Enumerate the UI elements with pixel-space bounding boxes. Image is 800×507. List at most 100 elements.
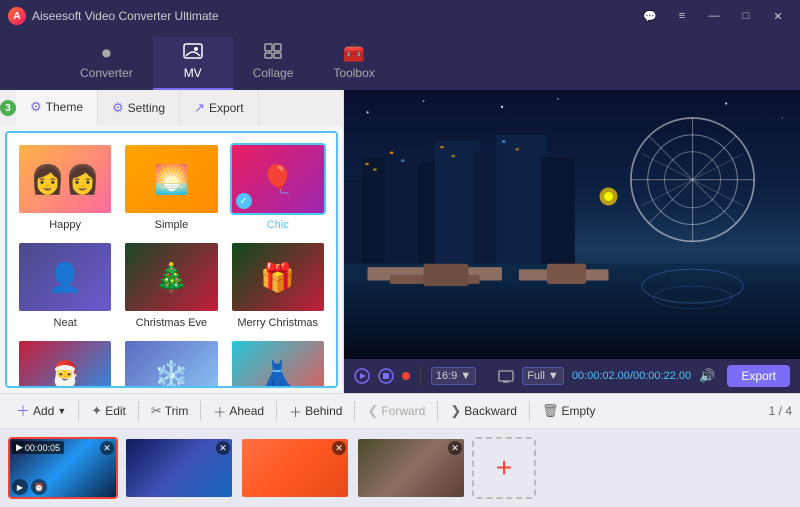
add-label: Add xyxy=(33,404,54,418)
toolbar-divider-6 xyxy=(437,401,438,421)
theme-happy[interactable]: 👩‍👩Happy xyxy=(17,143,113,231)
minimize-button[interactable]: — xyxy=(700,6,728,26)
edit-label: Edit xyxy=(105,404,126,418)
theme-christmas-eve[interactable]: 🎄Christmas Eve xyxy=(123,241,219,329)
toolbar-divider-7 xyxy=(529,401,530,421)
theme-santa-claus[interactable]: 🎅Santa Claus xyxy=(17,339,113,388)
empty-icon: 🗑 xyxy=(542,403,559,419)
theme-merry-christmas[interactable]: 🎁Merry Christmas xyxy=(230,241,326,329)
setting-tab-icon: ⚙ xyxy=(112,100,124,116)
filmstrip-film3[interactable]: ✕ xyxy=(240,437,350,499)
tab-theme[interactable]: ⚙ Theme xyxy=(16,90,98,126)
theme-neat-label: Neat xyxy=(54,317,77,329)
tab-setting[interactable]: ⚙ Setting xyxy=(98,90,180,126)
theme-merry-christmas-label: Merry Christmas xyxy=(237,317,318,329)
film-close-button[interactable]: ✕ xyxy=(448,441,462,455)
filmstrip-film4[interactable]: ✕ xyxy=(356,437,466,499)
control-divider xyxy=(420,366,421,386)
theme-simple-label: Simple xyxy=(155,219,189,231)
filmstrip-film1[interactable]: ▶ 00:00:05 ▶ ⏰ ✕ xyxy=(8,437,118,499)
page-number: 1 / 4 xyxy=(769,404,792,418)
theme-chic[interactable]: 🎈✓Chic xyxy=(230,143,326,231)
themes-grid: 👩‍👩Happy🌅Simple🎈✓Chic 👤Neat🎄Christmas Eve… xyxy=(5,131,338,388)
volume-button[interactable]: 🔊 xyxy=(699,368,715,384)
tab-bar: 3 ⚙ Theme ⚙ Setting ↗ Export xyxy=(0,90,343,126)
ahead-button[interactable]: ＋ Ahead xyxy=(205,398,272,425)
aspect-ratio-select[interactable]: 16:9 ▼ xyxy=(431,367,476,385)
edit-icon: ✦ xyxy=(91,403,102,419)
add-dropdown-icon: ▼ xyxy=(57,406,66,416)
forward-label: Forward xyxy=(381,404,425,418)
film-play-icon[interactable]: ▶ xyxy=(12,479,28,495)
theme-snowy-night[interactable]: ❄️Snowy Night xyxy=(123,339,219,388)
add-button[interactable]: ＋ Add ▼ xyxy=(8,397,74,425)
film-close-button[interactable]: ✕ xyxy=(216,441,230,455)
record-indicator xyxy=(402,372,410,380)
theme-happy-label: Happy xyxy=(49,219,81,231)
behind-label: Behind xyxy=(305,404,342,418)
converter-icon: ⏺ xyxy=(102,44,111,62)
maximize-button[interactable]: □ xyxy=(732,6,760,26)
aspect-dropdown-icon: ▼ xyxy=(460,370,471,382)
toolbar-divider-5 xyxy=(354,401,355,421)
toolbar-divider-2 xyxy=(138,401,139,421)
nav-mv[interactable]: MV xyxy=(153,37,233,90)
mv-icon xyxy=(183,43,203,62)
collage-icon xyxy=(264,43,282,62)
nav-converter[interactable]: ⏺ Converter xyxy=(60,38,153,90)
theme-neat[interactable]: 👤Neat xyxy=(17,241,113,329)
nav-collage-label: Collage xyxy=(253,66,294,80)
play-button[interactable] xyxy=(354,368,370,384)
nav-collage[interactable]: Collage xyxy=(233,37,314,90)
backward-button[interactable]: ❯ Backward xyxy=(442,399,525,423)
nav-converter-label: Converter xyxy=(80,66,133,80)
add-more-button[interactable]: + xyxy=(472,437,536,499)
film-duration: ▶ 00:00:05 xyxy=(12,441,64,454)
film-close-button[interactable]: ✕ xyxy=(100,441,114,455)
behind-button[interactable]: ＋ Behind xyxy=(281,398,350,425)
app-logo: A xyxy=(8,7,26,25)
tab-export[interactable]: ↗ Export xyxy=(180,90,259,126)
nav-bar: ⏺ Converter MV Collage 🧰 Toolbox xyxy=(0,32,800,90)
filmstrip-film2[interactable]: ✕ xyxy=(124,437,234,499)
film-close-button[interactable]: ✕ xyxy=(332,441,346,455)
video-background xyxy=(344,90,800,359)
toolbar-divider-4 xyxy=(276,401,277,421)
theme-stripes-waves[interactable]: 👗Stripes & Waves xyxy=(230,339,326,388)
backward-label: Backward xyxy=(464,404,517,418)
nav-mv-label: MV xyxy=(184,66,202,80)
trim-icon: ✂ xyxy=(151,403,162,419)
right-panel: 16:9 ▼ Full ▼ 00:00:02.00/00:00:22.00 xyxy=(344,90,800,393)
fit-mode-value: Full xyxy=(527,370,545,382)
left-panel: 3 ⚙ Theme ⚙ Setting ↗ Export 👩‍👩Happy🌅Si… xyxy=(0,90,344,393)
close-button[interactable]: ✕ xyxy=(764,6,792,26)
toolbar-divider-3 xyxy=(200,401,201,421)
badge: 3 xyxy=(0,100,16,116)
aspect-ratio-value: 16:9 xyxy=(436,370,457,382)
tab-setting-label: Setting xyxy=(128,101,165,115)
app-title: Aiseesoft Video Converter Ultimate xyxy=(32,9,219,23)
theme-simple[interactable]: 🌅Simple xyxy=(123,143,219,231)
nav-toolbox[interactable]: 🧰 Toolbox xyxy=(313,38,394,90)
monitor-icon xyxy=(498,370,514,383)
video-preview xyxy=(344,90,800,359)
empty-label: Empty xyxy=(561,404,595,418)
film-clock-icon[interactable]: ⏰ xyxy=(31,479,47,495)
behind-icon: ＋ xyxy=(289,402,302,421)
forward-button[interactable]: ❮ Forward xyxy=(359,399,433,423)
theme-christmas-eve-label: Christmas Eve xyxy=(136,317,208,329)
export-button[interactable]: Export xyxy=(727,365,790,387)
edit-button[interactable]: ✦ Edit xyxy=(83,399,134,423)
ahead-label: Ahead xyxy=(229,404,264,418)
menu-button[interactable]: ≡ xyxy=(668,6,696,26)
toolbar-divider-1 xyxy=(78,401,79,421)
chat-button[interactable]: 💬 xyxy=(636,6,664,26)
fit-mode-select[interactable]: Full ▼ xyxy=(522,367,564,385)
stop-button[interactable] xyxy=(378,368,394,384)
empty-button[interactable]: 🗑 Empty xyxy=(534,399,604,423)
bottom-toolbar: ＋ Add ▼ ✦ Edit ✂ Trim ＋ Ahead ＋ Behind ❮… xyxy=(0,393,800,429)
trim-button[interactable]: ✂ Trim xyxy=(143,399,196,423)
title-bar-left: A Aiseesoft Video Converter Ultimate xyxy=(8,7,219,25)
time-display: 00:00:02.00/00:00:22.00 xyxy=(572,370,691,382)
filmstrip: ▶ 00:00:05 ▶ ⏰ ✕✕✕✕+ xyxy=(0,429,800,507)
